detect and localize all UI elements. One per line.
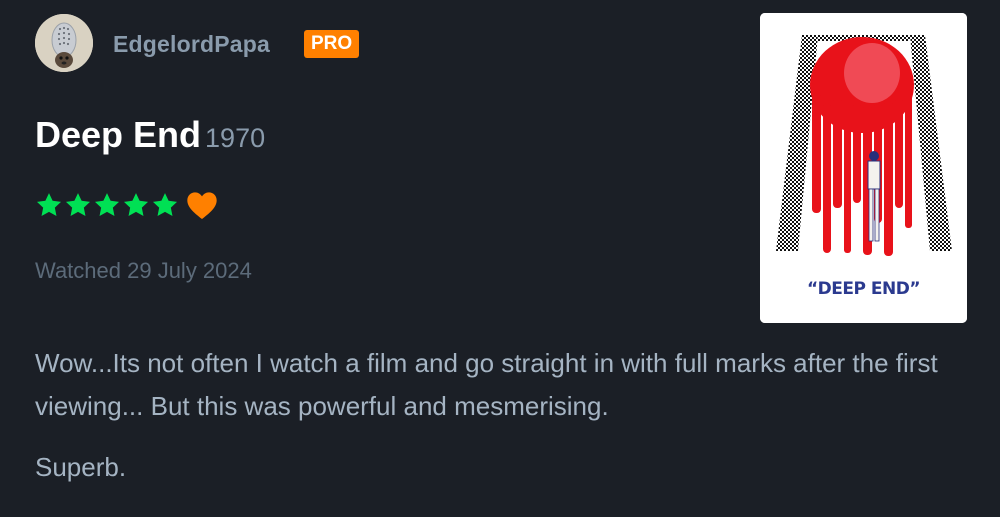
star-icon [65,193,91,216]
star-icon [152,193,178,216]
username-link[interactable]: EdgelordPapa [113,31,270,58]
star-icon [36,193,62,216]
pro-badge: PRO [304,30,360,58]
review-paragraph: Superb. [35,452,127,482]
star-icon [123,193,149,216]
film-poster[interactable]: “DEEP END” [760,13,967,323]
film-heading: Deep End 1970 [35,114,265,156]
review-body: Wow...Its not often I watch a film and g… [35,342,965,507]
star-icon [94,193,120,216]
poster-title: “DEEP END” [806,279,921,299]
heart-icon [187,192,217,219]
rating [35,190,218,220]
watched-date[interactable]: Watched 29 July 2024 [35,258,252,284]
poster-artwork [760,13,967,323]
avatar-image [35,14,93,72]
film-title[interactable]: Deep End [35,114,201,155]
film-year[interactable]: 1970 [205,123,265,153]
avatar[interactable] [35,14,93,72]
review-paragraph: Wow...Its not often I watch a film and g… [35,348,938,421]
